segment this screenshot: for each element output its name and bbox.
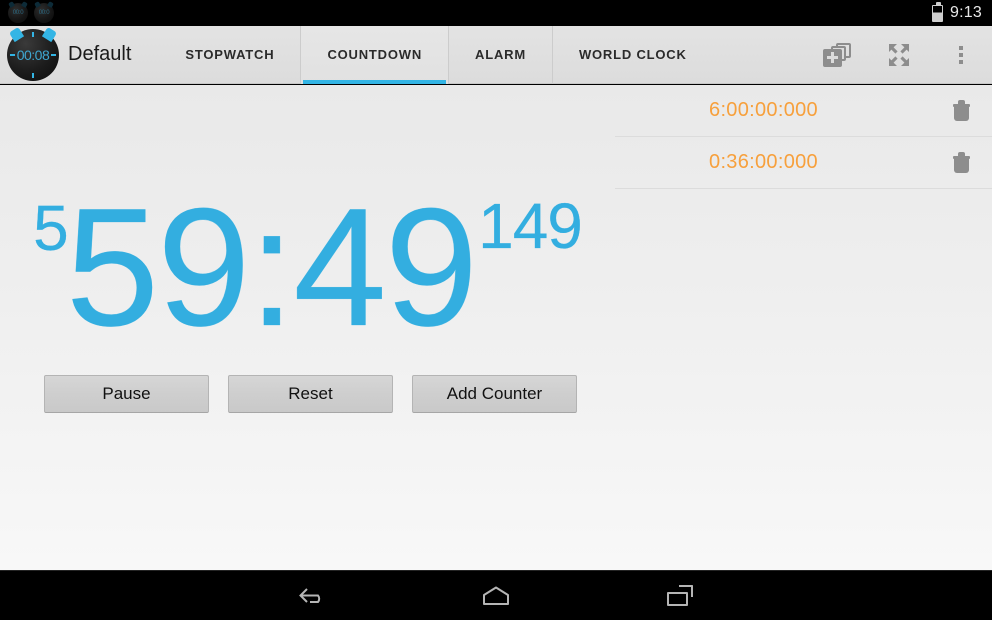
timer-notification-icon[interactable]: 00:0 [34, 3, 54, 23]
delete-preset-button[interactable] [930, 100, 992, 121]
countdown-hours: 5 [33, 192, 69, 264]
countdown-minutes-seconds: 59:49 [65, 173, 479, 361]
preset-list: 6:00:00:000 0:36:00:000 [615, 85, 992, 189]
page-title: Default [68, 43, 132, 65]
timer-notification-label: 00:0 [12, 10, 24, 16]
main-content: 6:00:00:000 0:36:00:000 5 59:49 149 Paus… [0, 85, 992, 570]
preset-row[interactable]: 0:36:00:000 [615, 137, 992, 189]
tab-stopwatch[interactable]: STOPWATCH [159, 26, 300, 84]
tab-world-clock[interactable]: WORLD CLOCK [551, 25, 713, 84]
preset-time: 0:36:00:000 [709, 151, 818, 173]
battery-icon [932, 1, 944, 22]
trash-icon [952, 100, 970, 121]
trash-icon [952, 152, 970, 173]
overflow-menu-icon [959, 45, 963, 64]
nav-home-button[interactable] [464, 576, 528, 616]
app-icon-tick-left [10, 53, 15, 56]
tab-countdown[interactable]: COUNTDOWN [300, 25, 449, 84]
app-icon-tick-bottom [32, 72, 34, 78]
timer-notification-label: 00:0 [38, 10, 50, 16]
fullscreen-action-button[interactable] [868, 26, 930, 84]
status-bar: 00:0 00:0 9:13 [0, 0, 992, 26]
delete-preset-button[interactable] [930, 152, 992, 173]
recents-icon [667, 585, 693, 606]
overflow-menu-button[interactable] [930, 26, 992, 84]
countdown-display: 5 59:49 149 [0, 173, 615, 365]
add-counter-action-button[interactable] [806, 26, 868, 84]
app-icon-tick-right [51, 53, 56, 56]
app-icon-ear-right [41, 26, 58, 42]
preset-row[interactable]: 6:00:00:000 [615, 85, 992, 137]
system-navigation-bar [0, 570, 992, 620]
tab-alarm[interactable]: ALARM [448, 25, 552, 84]
status-clock: 9:13 [950, 4, 982, 21]
preset-time: 6:00:00:000 [709, 99, 818, 121]
action-bar-actions [806, 26, 992, 84]
back-arrow-icon [299, 587, 321, 603]
home-icon [483, 586, 509, 605]
stopwatch-app-icon[interactable]: 00:08 [4, 26, 62, 84]
status-system-area: 9:13 [932, 1, 992, 22]
reset-button[interactable]: Reset [228, 375, 393, 413]
add-counter-button[interactable]: Add Counter [412, 375, 577, 413]
tab-bar: STOPWATCH COUNTDOWN ALARM WORLD CLOCK [159, 25, 713, 84]
app-icon-tick-top [32, 31, 34, 37]
action-bar: 00:08 Default STOPWATCH COUNTDOWN ALARM … [0, 25, 992, 84]
timer-notification-icon[interactable]: 00:0 [8, 3, 28, 23]
control-buttons: Pause Reset Add Counter [44, 375, 577, 413]
fullscreen-icon [886, 42, 912, 68]
nav-back-button[interactable] [280, 576, 344, 616]
add-counter-icon [823, 42, 851, 67]
app-icon-time-label: 00:08 [16, 46, 50, 63]
app-icon-ear-left [8, 26, 25, 42]
nav-recents-button[interactable] [648, 576, 712, 616]
countdown-milliseconds: 149 [478, 190, 583, 262]
status-notification-area: 00:0 00:0 [0, 3, 54, 23]
pause-button[interactable]: Pause [44, 375, 209, 413]
